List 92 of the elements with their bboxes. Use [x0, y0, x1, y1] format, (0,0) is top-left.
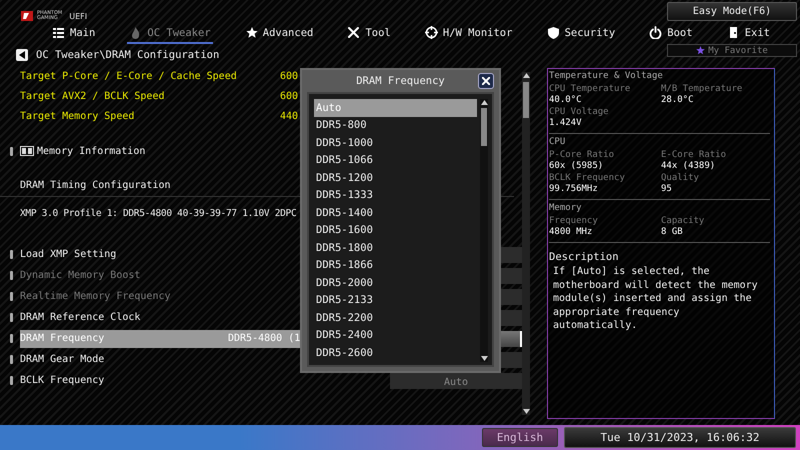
field-value: 1.424V [549, 118, 583, 129]
option-item[interactable]: DDR5-1066 [314, 152, 477, 169]
field-label: Frequency [549, 216, 599, 227]
target-value: 600 [280, 70, 298, 82]
description-text: If [Auto] is selected, the motherboard will detect the memory module(s) inserted and assign the appropriate frequency automatically. [552, 265, 759, 332]
option-item[interactable]: DDR5-2133 [314, 292, 477, 309]
target-value: 440 [280, 110, 298, 122]
bar-marker [10, 250, 13, 259]
field-value: 60x (5985) [549, 161, 604, 172]
option-item[interactable]: DDR5-1600 [314, 222, 477, 239]
power-icon [649, 26, 662, 39]
option-field[interactable]: Auto [390, 372, 522, 388]
shield-icon [546, 26, 560, 39]
option-item[interactable]: DDR5-2200 [314, 309, 477, 326]
setting-value: DDR5-4800 (1 [228, 333, 300, 344]
field-value: 40.0°C [549, 95, 583, 106]
target-label: Target P-Core / E-Core / Cache Speed [20, 70, 238, 82]
option-item[interactable]: DDR5-1400 [314, 204, 477, 222]
nav-tab[interactable]: Main [50, 24, 98, 44]
field-value: 4800 MHz [549, 227, 594, 238]
field-label: CPU Voltage [549, 107, 610, 118]
option-item[interactable]: DDR5-2000 [314, 274, 477, 292]
crosshair-icon [424, 26, 438, 39]
panel-heading: Memory [549, 203, 583, 215]
dialog-title: DRAM Frequency [356, 75, 445, 87]
option-item[interactable]: DDR5-1333 [314, 186, 477, 204]
bar-marker [10, 313, 13, 322]
target-label: Target Memory Speed [20, 110, 136, 122]
logo-emblem-icon [20, 10, 34, 22]
close-button[interactable] [478, 73, 494, 89]
option-item[interactable]: DDR5-1000 [314, 134, 477, 152]
scrollbar[interactable] [480, 99, 488, 362]
nav-tab[interactable]: Advanced [242, 24, 316, 44]
setting-label: BCLK Frequency [20, 375, 106, 386]
nav-tab[interactable]: Boot [647, 24, 695, 44]
field-label: E-Core Ratio [661, 150, 728, 161]
down-arrow-icon [522, 408, 530, 415]
up-arrow-icon [522, 72, 530, 79]
nav-tab[interactable]: H/W Monitor [422, 24, 514, 44]
option-item[interactable]: DDR5-1200 [314, 169, 477, 186]
setting-row[interactable]: BCLK Frequency [20, 372, 390, 390]
back-icon [19, 51, 25, 59]
panel-heading: Temperature & Voltage [549, 71, 664, 83]
option-item[interactable]: DDR5-1800 [314, 239, 477, 256]
field-label: P-Core Ratio [549, 150, 616, 161]
scrollbar-thumb[interactable] [523, 82, 529, 118]
field-label: CPU Temperature [549, 84, 632, 95]
close-icon [482, 77, 490, 85]
scrollbar[interactable] [522, 72, 530, 415]
bar-marker [10, 376, 13, 385]
option-item[interactable]: DDR5-800 [314, 116, 477, 134]
list-icon [52, 26, 65, 39]
bar-marker [10, 292, 13, 301]
profile-info: XMP 3.0 Profile 1: DDR5-4800 40-39-39-77 1.10V 2DPC [20, 208, 296, 218]
book-icon [20, 146, 34, 156]
target-value: 600 [280, 90, 298, 102]
nav-tab[interactable]: Tool [345, 24, 393, 44]
section-link[interactable]: Memory Information [37, 146, 146, 156]
favorite-button[interactable]: My Favorite [667, 44, 797, 57]
option-item[interactable]: DDR5-1866 [314, 256, 477, 274]
bar-marker [10, 271, 13, 280]
up-arrow-icon [480, 99, 488, 106]
date-time: Tue 10/31/2023, 16:06:32 [564, 427, 796, 448]
description-heading: Description [549, 251, 620, 263]
scrollbar-thumb[interactable] [481, 108, 487, 146]
field-value: 8 GB [661, 227, 684, 238]
easy-mode-button[interactable]: Easy Mode(F6) [667, 2, 797, 21]
language-button[interactable]: English [482, 428, 558, 447]
bar-marker [10, 355, 13, 364]
breadcrumb: OC Tweaker\DRAM Configuration [36, 49, 220, 61]
bar-marker [10, 146, 13, 156]
panel-heading: CPU [549, 137, 566, 149]
bar-marker [10, 334, 13, 343]
section-heading: DRAM Timing Configuration [20, 180, 171, 190]
down-arrow-icon [480, 354, 488, 362]
field-value: 99.756MHz [549, 184, 599, 195]
star-icon [696, 46, 706, 55]
field-value: 28.0°C [661, 95, 695, 106]
target-label: Target AVX2 / BCLK Speed [20, 90, 166, 102]
field-value: 95 [661, 184, 673, 195]
product-name: UEFI [69, 12, 88, 20]
nav-tab[interactable]: OC Tweaker [127, 24, 213, 44]
nav-tab[interactable]: Exit [724, 24, 772, 44]
field-label: BCLK Frequency [549, 173, 626, 184]
nav-tab[interactable]: Security [544, 24, 618, 44]
field-value: 44x (4389) [661, 161, 716, 172]
back-button[interactable] [16, 49, 28, 61]
field-label: M/B Temperature [661, 84, 744, 95]
setting-label: DRAM Frequency [20, 333, 106, 344]
field-label: Capacity [661, 216, 706, 227]
star-icon [244, 26, 258, 39]
field-label: Quality [661, 173, 700, 184]
